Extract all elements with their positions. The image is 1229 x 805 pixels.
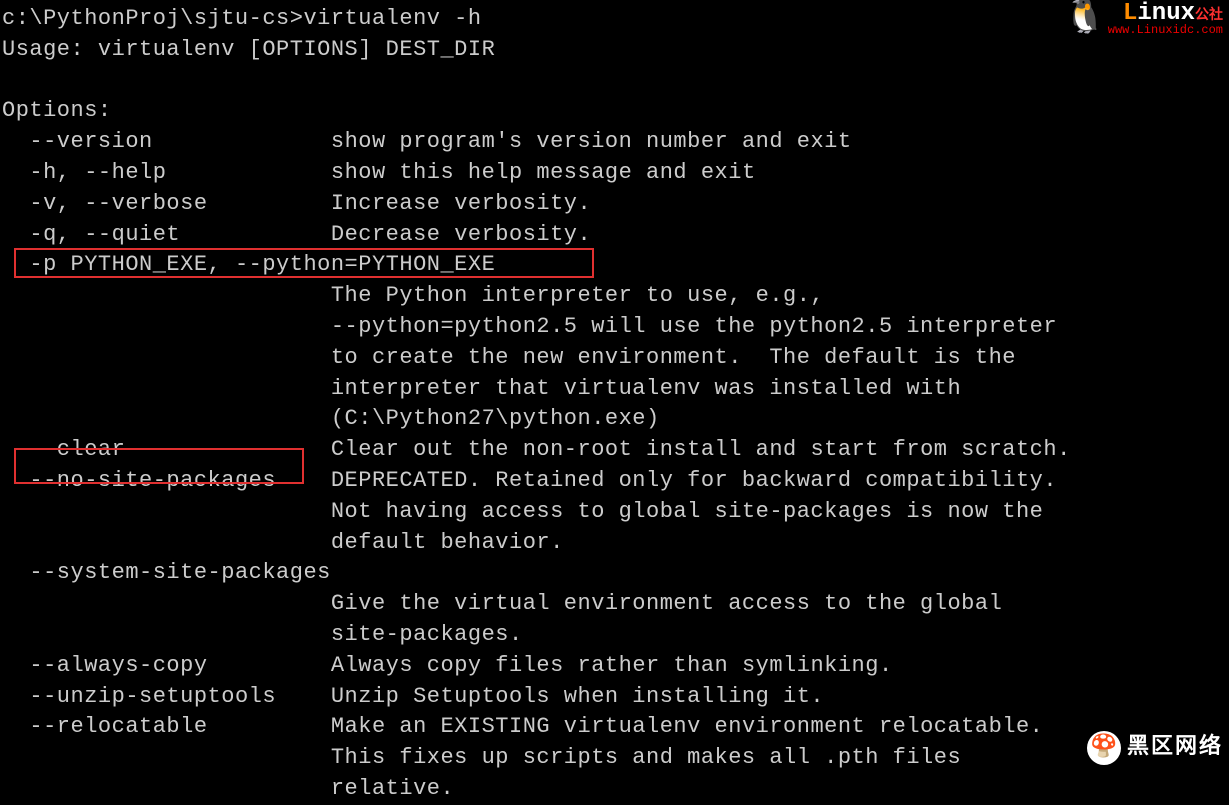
opt-syspackages-desc-1: Give the virtual environment access to t…: [331, 591, 1002, 616]
opt-reloc-desc-2: This fixes up scripts and makes all .pth…: [331, 745, 961, 770]
opt-reloc-flag: --relocatable: [29, 714, 207, 739]
watermark-linuxidc: 🐧 Linux公社 www.Linuxidc.com: [1063, 2, 1223, 36]
penguin-icon: 🐧: [1063, 2, 1105, 36]
opt-verbose-flag: -v, --verbose: [29, 191, 207, 216]
opt-help-flag: -h, --help: [29, 160, 166, 185]
opt-nosite-desc-1: DEPRECATED. Retained only for backward c…: [331, 468, 1057, 493]
opt-verbose-desc: Increase verbosity.: [331, 191, 591, 216]
opt-reloc-desc-1: Make an EXISTING virtualenv environment …: [331, 714, 1044, 739]
opt-help-desc: show this help message and exit: [331, 160, 756, 185]
usage-line: Usage: virtualenv [OPTIONS] DEST_DIR: [2, 37, 495, 62]
options-header: Options:: [2, 98, 112, 123]
opt-nosite-desc-2: Not having access to global site-package…: [331, 499, 1044, 524]
opt-nosite-desc-3: default behavior.: [331, 530, 564, 555]
opt-python-desc-5: (C:\Python27\python.exe): [331, 406, 660, 431]
highlight-nosite-option: [14, 448, 304, 484]
terminal-output: c:\PythonProj\sjtu-cs>virtualenv -h Usag…: [0, 0, 1229, 805]
opt-unzip-flag: --unzip-setuptools: [29, 684, 276, 709]
highlight-python-option: [14, 248, 594, 278]
opt-unzip-desc: Unzip Setuptools when installing it.: [331, 684, 824, 709]
opt-reloc-desc-3: relative.: [331, 776, 454, 801]
opt-quiet-flag: -q, --quiet: [29, 222, 180, 247]
opt-always-flag: --always-copy: [29, 653, 207, 678]
prompt: c:\PythonProj\sjtu-cs>: [2, 6, 303, 31]
watermark-heiqu: 🍄 黑区网络: [1087, 731, 1223, 765]
command: virtualenv -h: [303, 6, 481, 31]
opt-syspackages-flag: --system-site-packages: [29, 560, 330, 585]
opt-version-desc: show program's version number and exit: [331, 129, 852, 154]
opt-syspackages-desc-2: site-packages.: [331, 622, 523, 647]
opt-always-desc: Always copy files rather than symlinking…: [331, 653, 893, 678]
opt-quiet-desc: Decrease verbosity.: [331, 222, 591, 247]
opt-clear-desc: Clear out the non-root install and start…: [331, 437, 1071, 462]
opt-python-desc-3: to create the new environment. The defau…: [331, 345, 1016, 370]
opt-python-desc-1: The Python interpreter to use, e.g.,: [331, 283, 824, 308]
opt-python-desc-2: --python=python2.5 will use the python2.…: [331, 314, 1057, 339]
mushroom-icon: 🍄: [1087, 731, 1121, 765]
opt-python-desc-4: interpreter that virtualenv was installe…: [331, 376, 961, 401]
opt-version-flag: --version: [29, 129, 152, 154]
